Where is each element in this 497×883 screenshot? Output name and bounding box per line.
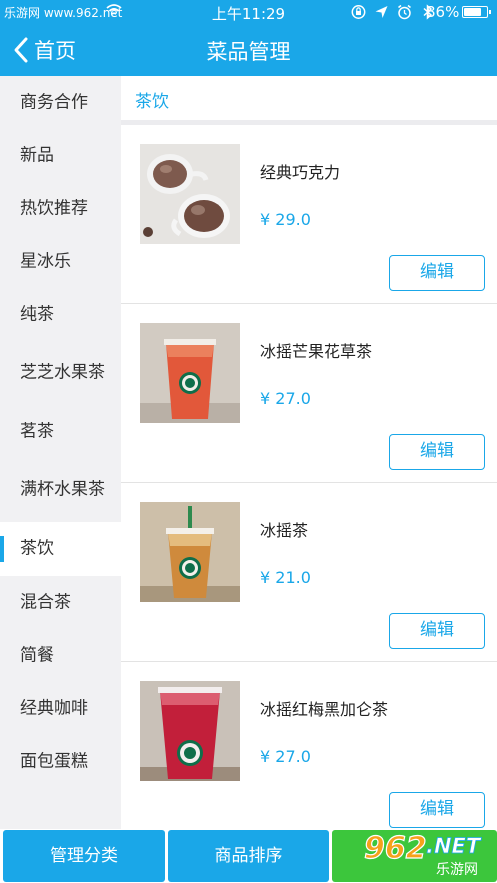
product-image-iced-berry-tea	[140, 681, 240, 781]
product-list-panel: 茶饮 经典巧克力 ¥ 29.0 编辑 冰摇芒果花草茶 ¥ 27.0 编辑 冰摇茶…	[121, 76, 497, 829]
sidebar-item-label: 混合茶	[20, 592, 71, 612]
sidebar-item-light-meal[interactable]: 简餐	[0, 629, 121, 682]
location-icon	[375, 6, 388, 18]
sidebar-item-label: 芝芝水果茶	[20, 362, 105, 383]
battery-icon	[462, 6, 491, 18]
product-price: ¥ 29.0	[260, 210, 311, 229]
product-name: 冰摇茶	[260, 521, 309, 540]
sidebar-item-label: 星冰乐	[20, 251, 71, 271]
sidebar-item-fine-tea[interactable]: 茗茶	[0, 405, 121, 458]
category-title: 茶饮	[135, 92, 169, 112]
sidebar-item-pure-tea[interactable]: 纯茶	[0, 288, 121, 341]
sidebar-item-tea-drinks[interactable]: 茶饮	[0, 522, 121, 576]
edit-button[interactable]: 编辑	[389, 434, 485, 470]
product-card: 冰摇红梅黑加仑茶 ¥ 27.0 编辑	[121, 662, 497, 841]
sidebar-item-label: 简餐	[20, 645, 54, 665]
battery-fill	[464, 8, 481, 16]
product-image-iced-mango-tea	[140, 323, 240, 423]
watermark-logo: 962 .NET 乐游网	[363, 830, 482, 878]
product-price: ¥ 21.0	[260, 568, 311, 587]
category-sidebar: 商务合作 新品 热饮推荐 星冰乐 纯茶 芝芝水果茶 茗茶 满杯水果茶 茶饮 混合…	[0, 76, 121, 829]
product-name: 冰摇红梅黑加仑茶	[260, 700, 389, 719]
manage-category-button[interactable]: 管理分类	[3, 830, 165, 882]
sidebar-item-label: 热饮推荐	[20, 198, 88, 218]
battery-percent: 86%	[426, 3, 460, 21]
product-image-hot-chocolate	[140, 144, 240, 244]
sidebar-item-new[interactable]: 新品	[0, 129, 121, 182]
svg-text:乐游网: 乐游网	[436, 862, 478, 878]
product-price: ¥ 27.0	[260, 389, 311, 408]
sidebar-item-label: 新品	[20, 145, 54, 165]
sidebar-item-hot-drinks[interactable]: 热饮推荐	[0, 182, 121, 235]
nav-bar: 首页 菜品管理	[0, 24, 497, 76]
sidebar-item-label: 满杯水果茶	[20, 479, 105, 500]
sidebar-item-label: 茗茶	[20, 421, 54, 441]
sidebar-item-label: 茶饮	[20, 538, 54, 559]
app-root: 乐游网 www.962.net 上午11:29 86% 首页 菜品管理 商务合作…	[0, 0, 497, 883]
edit-button[interactable]: 编辑	[389, 792, 485, 828]
product-card: 经典巧克力 ¥ 29.0 编辑	[121, 125, 497, 304]
page-title: 菜品管理	[206, 40, 291, 64]
sidebar-item-label: 经典咖啡	[20, 698, 88, 718]
sidebar-item-classic-coffee[interactable]: 经典咖啡	[0, 682, 121, 735]
product-image-iced-shaken-tea	[140, 502, 240, 602]
product-price: ¥ 27.0	[260, 747, 311, 766]
sidebar-item-bread-cake[interactable]: 面包蛋糕	[0, 735, 121, 788]
edit-button[interactable]: 编辑	[389, 613, 485, 649]
sidebar-item-frappuccino[interactable]: 星冰乐	[0, 235, 121, 288]
status-bar: 乐游网 www.962.net 上午11:29 86%	[0, 0, 497, 24]
sidebar-item-mixed-tea[interactable]: 混合茶	[0, 576, 121, 629]
sidebar-item-cheese-fruit-tea[interactable]: 芝芝水果茶	[0, 341, 121, 405]
product-name: 经典巧克力	[260, 163, 341, 182]
sidebar-item-label: 商务合作	[20, 92, 88, 112]
sidebar-item-label: 纯茶	[20, 304, 54, 324]
sidebar-item-business[interactable]: 商务合作	[0, 76, 121, 129]
svg-text:.NET: .NET	[426, 834, 482, 858]
edit-button[interactable]: 编辑	[389, 255, 485, 291]
sidebar-item-full-cup-fruit-tea[interactable]: 满杯水果茶	[0, 458, 121, 522]
sidebar-item-label: 面包蛋糕	[20, 751, 88, 771]
product-name: 冰摇芒果花草茶	[260, 342, 373, 361]
sort-products-button[interactable]: 商品排序	[168, 830, 329, 882]
product-card: 冰摇茶 ¥ 21.0 编辑	[121, 483, 497, 662]
category-header: 茶饮	[121, 76, 497, 120]
product-card: 冰摇芒果花草茶 ¥ 27.0 编辑	[121, 304, 497, 483]
svg-text:962: 962	[364, 831, 427, 866]
rotation-lock-icon	[351, 5, 366, 19]
alarm-icon	[398, 4, 411, 20]
